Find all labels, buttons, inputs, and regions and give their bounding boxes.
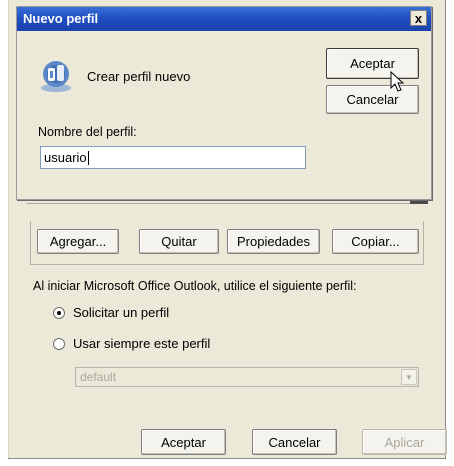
new-profile-titlebar[interactable]: Nuevo perfil x — [17, 7, 431, 31]
ok-button[interactable]: Aceptar — [141, 429, 226, 455]
text-caret — [87, 150, 89, 165]
profile-properties-button[interactable]: Propiedades — [227, 229, 320, 254]
create-profile-heading: Crear perfil nuevo — [87, 69, 191, 84]
always-use-profile-option[interactable]: Usar siempre este perfil — [53, 336, 210, 351]
close-icon[interactable]: x — [410, 10, 427, 26]
always-use-profile-label: Usar siempre este perfil — [73, 336, 211, 351]
profile-list-bottom-edge — [26, 203, 428, 204]
add-profile-button[interactable]: Agregar... — [37, 229, 119, 254]
new-profile-dialog: Nuevo perfil x Crear perfil nuevo Acepta… — [16, 6, 432, 200]
startup-instruction-text: Al iniciar Microsoft Office Outlook, uti… — [33, 279, 357, 293]
mouse-pointer-icon — [390, 71, 405, 92]
prompt-profile-label: Solicitar un perfil — [73, 305, 170, 320]
default-profile-value: default — [80, 370, 117, 384]
profile-icon — [41, 61, 71, 92]
profile-name-label: Nombre del perfil: — [38, 125, 137, 139]
default-profile-select: default ▼ — [75, 367, 419, 387]
prompt-profile-option[interactable]: Solicitar un perfil — [53, 305, 169, 320]
copy-profile-button[interactable]: Copiar... — [332, 229, 419, 254]
profile-name-value: usuario — [44, 150, 87, 165]
apply-button: Aplicar — [362, 429, 447, 455]
dialog-title: Nuevo perfil — [23, 11, 99, 26]
chevron-down-icon: ▼ — [401, 369, 417, 385]
remove-profile-button[interactable]: Quitar — [139, 229, 219, 254]
dialog-edge — [8, 0, 9, 458]
cancel-button[interactable]: Cancelar — [252, 429, 337, 455]
always-use-profile-radio[interactable] — [53, 337, 65, 350]
prompt-profile-radio[interactable] — [53, 306, 65, 319]
profile-name-input[interactable]: usuario — [40, 146, 306, 169]
